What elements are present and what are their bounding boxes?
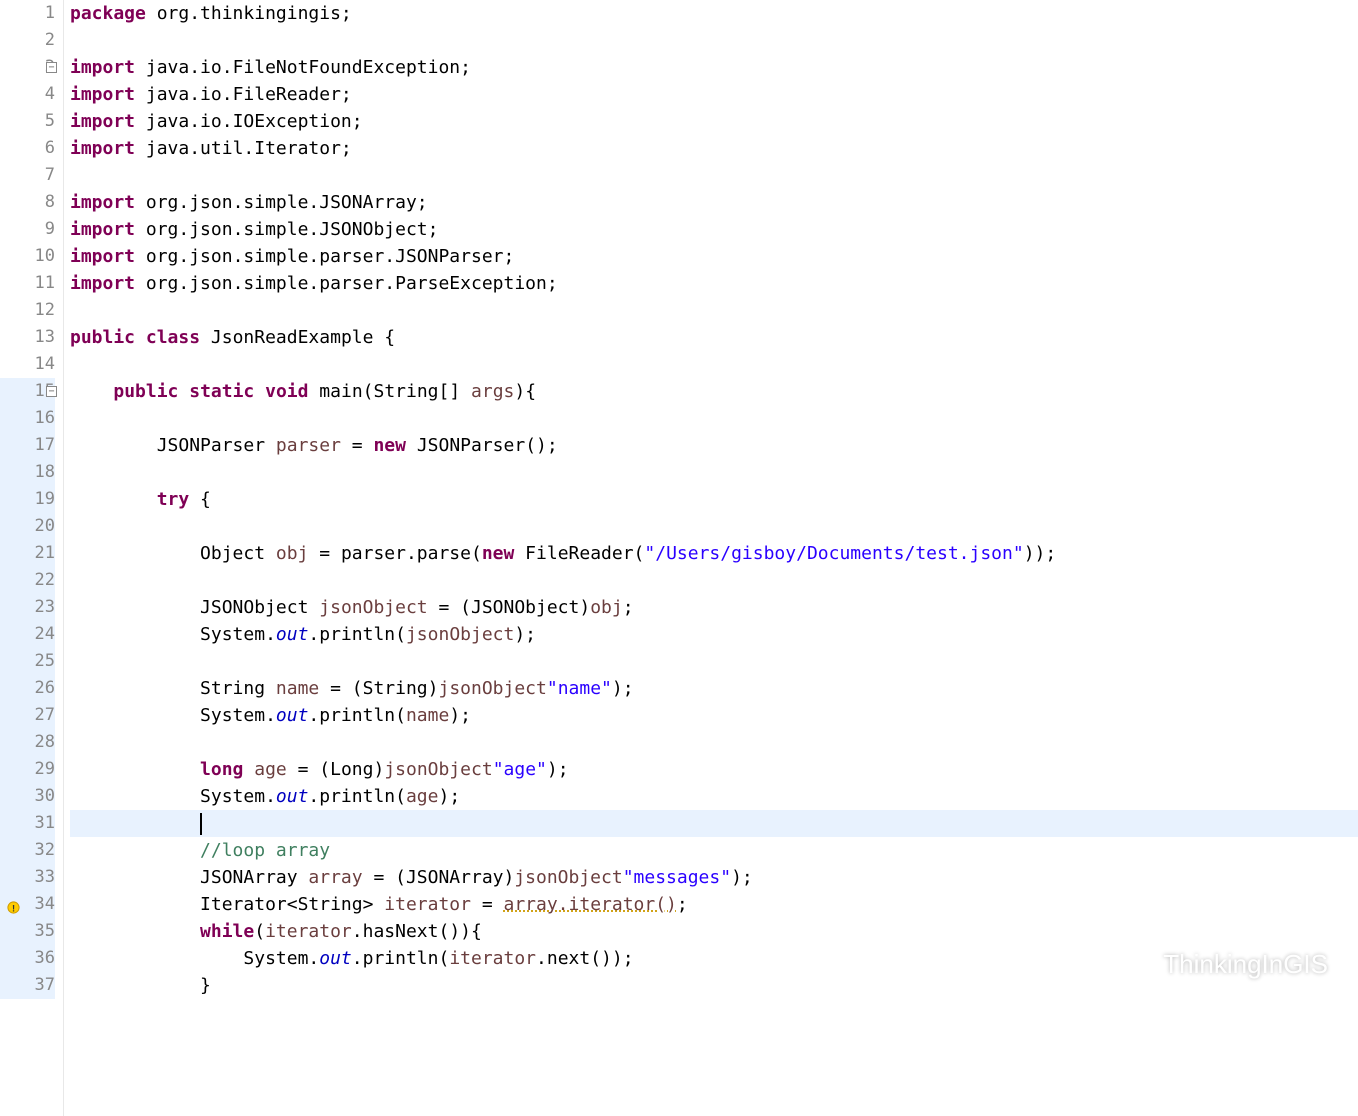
code-line[interactable]: Iterator<String> iterator = array.iterat… bbox=[70, 891, 1358, 918]
line-number[interactable]: 33 bbox=[0, 864, 55, 891]
line-number[interactable]: 16 bbox=[0, 405, 55, 432]
line-number[interactable]: 27 bbox=[0, 702, 55, 729]
fold-toggle-icon[interactable]: − bbox=[46, 62, 57, 73]
code-line[interactable]: import org.json.simple.parser.ParseExcep… bbox=[70, 270, 1358, 297]
line-number[interactable]: 26 bbox=[0, 675, 55, 702]
code-line[interactable]: import java.io.FileReader; bbox=[70, 81, 1358, 108]
code-line[interactable] bbox=[70, 162, 1358, 189]
line-number[interactable]: 32 bbox=[0, 837, 55, 864]
warning-icon[interactable]: ! bbox=[6, 897, 21, 912]
code-line[interactable]: //loop array bbox=[70, 837, 1358, 864]
code-line[interactable]: System.out.println(age); bbox=[70, 783, 1358, 810]
code-line[interactable]: import java.util.Iterator; bbox=[70, 135, 1358, 162]
code-line[interactable] bbox=[70, 27, 1358, 54]
text-cursor bbox=[200, 813, 202, 835]
code-line[interactable]: while(iterator.hasNext()){ bbox=[70, 918, 1358, 945]
line-number[interactable]: 7 bbox=[0, 162, 55, 189]
code-line[interactable]: long age = (Long)jsonObject"age"); bbox=[70, 756, 1358, 783]
svg-text:!: ! bbox=[12, 903, 15, 913]
line-number[interactable]: 29 bbox=[0, 756, 55, 783]
code-line[interactable]: import org.json.simple.JSONArray; bbox=[70, 189, 1358, 216]
code-line[interactable]: import java.io.IOException; bbox=[70, 108, 1358, 135]
line-number[interactable]: 6 bbox=[0, 135, 55, 162]
code-line[interactable]: System.out.println(name); bbox=[70, 702, 1358, 729]
line-number[interactable]: 18 bbox=[0, 459, 55, 486]
line-number[interactable]: 37 bbox=[0, 972, 55, 999]
code-line[interactable] bbox=[70, 297, 1358, 324]
line-number[interactable]: 5 bbox=[0, 108, 55, 135]
line-number[interactable]: 13 bbox=[0, 324, 55, 351]
code-line[interactable] bbox=[70, 648, 1358, 675]
code-line[interactable]: } bbox=[70, 972, 1358, 999]
code-line[interactable]: Object obj = parser.parse(new FileReader… bbox=[70, 540, 1358, 567]
line-number[interactable]: 3− bbox=[0, 54, 55, 81]
line-number[interactable]: 12 bbox=[0, 297, 55, 324]
line-number[interactable]: 9 bbox=[0, 216, 55, 243]
line-number[interactable]: 24 bbox=[0, 621, 55, 648]
code-line[interactable]: public static void main(String[] args){ bbox=[70, 378, 1358, 405]
code-line[interactable] bbox=[70, 351, 1358, 378]
code-line[interactable] bbox=[70, 405, 1358, 432]
code-line[interactable]: package org.thinkingingis; bbox=[70, 0, 1358, 27]
code-line[interactable]: JSONObject jsonObject = (JSONObject)obj; bbox=[70, 594, 1358, 621]
code-line[interactable]: import java.io.FileNotFoundException; bbox=[70, 54, 1358, 81]
line-number[interactable]: 35 bbox=[0, 918, 55, 945]
code-line-current[interactable] bbox=[70, 810, 1358, 837]
line-number[interactable]: ! 34 bbox=[0, 891, 55, 918]
line-number[interactable]: 30 bbox=[0, 783, 55, 810]
line-number[interactable]: 23 bbox=[0, 594, 55, 621]
line-number[interactable]: 19 bbox=[0, 486, 55, 513]
line-number[interactable]: 22 bbox=[0, 567, 55, 594]
line-number[interactable]: 21 bbox=[0, 540, 55, 567]
line-number[interactable]: 17 bbox=[0, 432, 55, 459]
code-line[interactable]: try { bbox=[70, 486, 1358, 513]
code-editor: 1 2 3− 4 5 6 7 8 9 10 11 12 13 14 15− 16… bbox=[0, 0, 1358, 1116]
code-line[interactable]: import org.json.simple.parser.JSONParser… bbox=[70, 243, 1358, 270]
line-number[interactable]: 15− bbox=[0, 378, 55, 405]
code-line[interactable]: public class JsonReadExample { bbox=[70, 324, 1358, 351]
code-line[interactable]: String name = (String)jsonObject"name"); bbox=[70, 675, 1358, 702]
line-number[interactable]: 14 bbox=[0, 351, 55, 378]
line-number[interactable]: 4 bbox=[0, 81, 55, 108]
code-line[interactable]: System.out.println(jsonObject); bbox=[70, 621, 1358, 648]
line-number[interactable]: 2 bbox=[0, 27, 55, 54]
line-number[interactable]: 31 bbox=[0, 810, 55, 837]
line-number[interactable]: 25 bbox=[0, 648, 55, 675]
code-line[interactable] bbox=[70, 459, 1358, 486]
code-text-area[interactable]: package org.thinkingingis; import java.i… bbox=[64, 0, 1358, 1116]
line-number[interactable]: 36 bbox=[0, 945, 55, 972]
line-number[interactable]: 1 bbox=[0, 0, 55, 27]
code-line[interactable]: JSONArray array = (JSONArray)jsonObject"… bbox=[70, 864, 1358, 891]
code-line[interactable] bbox=[70, 513, 1358, 540]
code-line[interactable]: JSONParser parser = new JSONParser(); bbox=[70, 432, 1358, 459]
code-line[interactable] bbox=[70, 729, 1358, 756]
code-line[interactable] bbox=[70, 567, 1358, 594]
line-number[interactable]: 10 bbox=[0, 243, 55, 270]
line-number-gutter: 1 2 3− 4 5 6 7 8 9 10 11 12 13 14 15− 16… bbox=[0, 0, 64, 1116]
code-line[interactable]: System.out.println(iterator.next()); bbox=[70, 945, 1358, 972]
fold-toggle-icon[interactable]: − bbox=[46, 386, 57, 397]
line-number[interactable]: 8 bbox=[0, 189, 55, 216]
line-number[interactable]: 20 bbox=[0, 513, 55, 540]
line-number[interactable]: 28 bbox=[0, 729, 55, 756]
line-number[interactable]: 11 bbox=[0, 270, 55, 297]
code-line[interactable]: import org.json.simple.JSONObject; bbox=[70, 216, 1358, 243]
